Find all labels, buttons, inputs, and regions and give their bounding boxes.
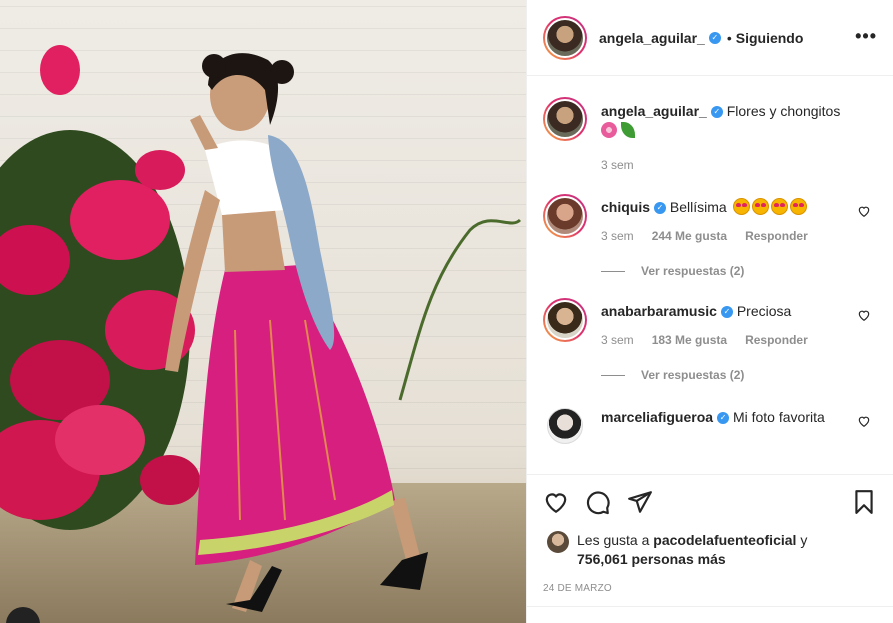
author-avatar-small[interactable] (543, 97, 587, 141)
herb-emoji-icon (621, 122, 635, 138)
comment-like-heart-icon[interactable] (857, 204, 871, 218)
liker-avatar[interactable] (547, 531, 569, 553)
verified-badge-icon: ✓ (717, 412, 730, 425)
comment-avatar[interactable] (543, 194, 587, 238)
bookmark-icon[interactable] (851, 489, 877, 515)
verified-badge-icon: ✓ (710, 106, 723, 119)
comment-text: Bellísima (669, 199, 727, 215)
comment-item: marceliafigueroa ✓ Mi foto favorita (543, 404, 877, 448)
separator-dot: • (726, 29, 732, 46)
likes-count[interactable]: 756,061 personas más (577, 551, 726, 567)
hibiscus-emoji-icon (601, 122, 617, 138)
post-header: angela_aguilar_ ✓ • Siguiendo ••• (527, 0, 893, 76)
view-replies-button[interactable]: Ver respuestas (2) (601, 264, 877, 278)
post-photo[interactable] (0, 0, 526, 623)
author-username[interactable]: angela_aguilar_ (599, 30, 705, 46)
author-avatar[interactable] (543, 15, 587, 60)
heart-eyes-emoji-icon (732, 198, 750, 215)
verified-badge-icon: ✓ (708, 31, 721, 44)
caption: angela_aguilar_ ✓ Flores y chongitos 3 se… (543, 97, 877, 175)
photo-illustration (0, 45, 522, 612)
caption-text: Flores y chongitos (726, 103, 841, 119)
comment-username[interactable]: chiquis (601, 199, 650, 215)
comments-list[interactable]: angela_aguilar_ ✓ Flores y chongitos 3 se… (527, 77, 893, 473)
comment-username[interactable]: anabarbaramusic (601, 303, 717, 319)
comment-likes[interactable]: 183 Me gusta (652, 331, 727, 350)
liker-username[interactable]: pacodelafuenteoficial (653, 532, 796, 548)
comment-text: Preciosa (736, 303, 792, 319)
comment-time[interactable]: 3 sem (601, 227, 634, 246)
heart-icon[interactable] (543, 489, 569, 515)
following-button[interactable]: Siguiendo (736, 30, 804, 46)
comment-avatar[interactable] (543, 298, 587, 342)
share-icon[interactable] (627, 489, 653, 515)
verified-badge-icon: ✓ (654, 202, 667, 215)
comment-time[interactable]: 3 sem (601, 331, 634, 350)
caption-time[interactable]: 3 sem (601, 156, 634, 175)
post-date[interactable]: 24 DE MARZO (543, 583, 877, 594)
likes-conj: y (800, 532, 808, 548)
flower-bush (0, 45, 200, 530)
comment-item: chiquis ✓ Bellísima 3 sem 244 Me gusta Re… (543, 194, 877, 246)
comment-text: Mi foto favorita (732, 409, 825, 425)
reply-button[interactable]: Responder (745, 227, 808, 246)
verified-badge-icon: ✓ (720, 306, 733, 319)
comment-item: anabarbaramusic ✓ Preciosa 3 sem 183 Me g… (543, 298, 877, 350)
view-replies-button[interactable]: Ver respuestas (2) (601, 368, 877, 382)
comment-like-heart-icon[interactable] (857, 308, 871, 322)
post-panel: angela_aguilar_ ✓ • Siguiendo ••• angela… (526, 0, 893, 623)
comment-likes[interactable]: 244 Me gusta (652, 227, 727, 246)
likes-summary[interactable]: Les gusta a pacodelafuenteoficial y 756,… (543, 531, 877, 569)
likes-prefix: Les gusta a (577, 532, 650, 548)
heart-eyes-emoji-icon (751, 198, 769, 215)
comment-like-heart-icon[interactable] (857, 414, 871, 428)
more-options-icon[interactable]: ••• (855, 26, 877, 47)
comment-avatar[interactable] (543, 404, 587, 448)
heart-eyes-emoji-icon (770, 198, 788, 215)
heart-eyes-emoji-icon (789, 198, 807, 215)
comment-username[interactable]: marceliafigueroa (601, 409, 713, 425)
post-actions: Les gusta a pacodelafuenteoficial y 756,… (527, 474, 893, 594)
comment-icon[interactable] (585, 489, 611, 515)
model-figure (165, 53, 428, 612)
add-comment-area[interactable] (527, 606, 893, 623)
caption-username[interactable]: angela_aguilar_ (601, 103, 707, 119)
reply-button[interactable]: Responder (745, 331, 808, 350)
